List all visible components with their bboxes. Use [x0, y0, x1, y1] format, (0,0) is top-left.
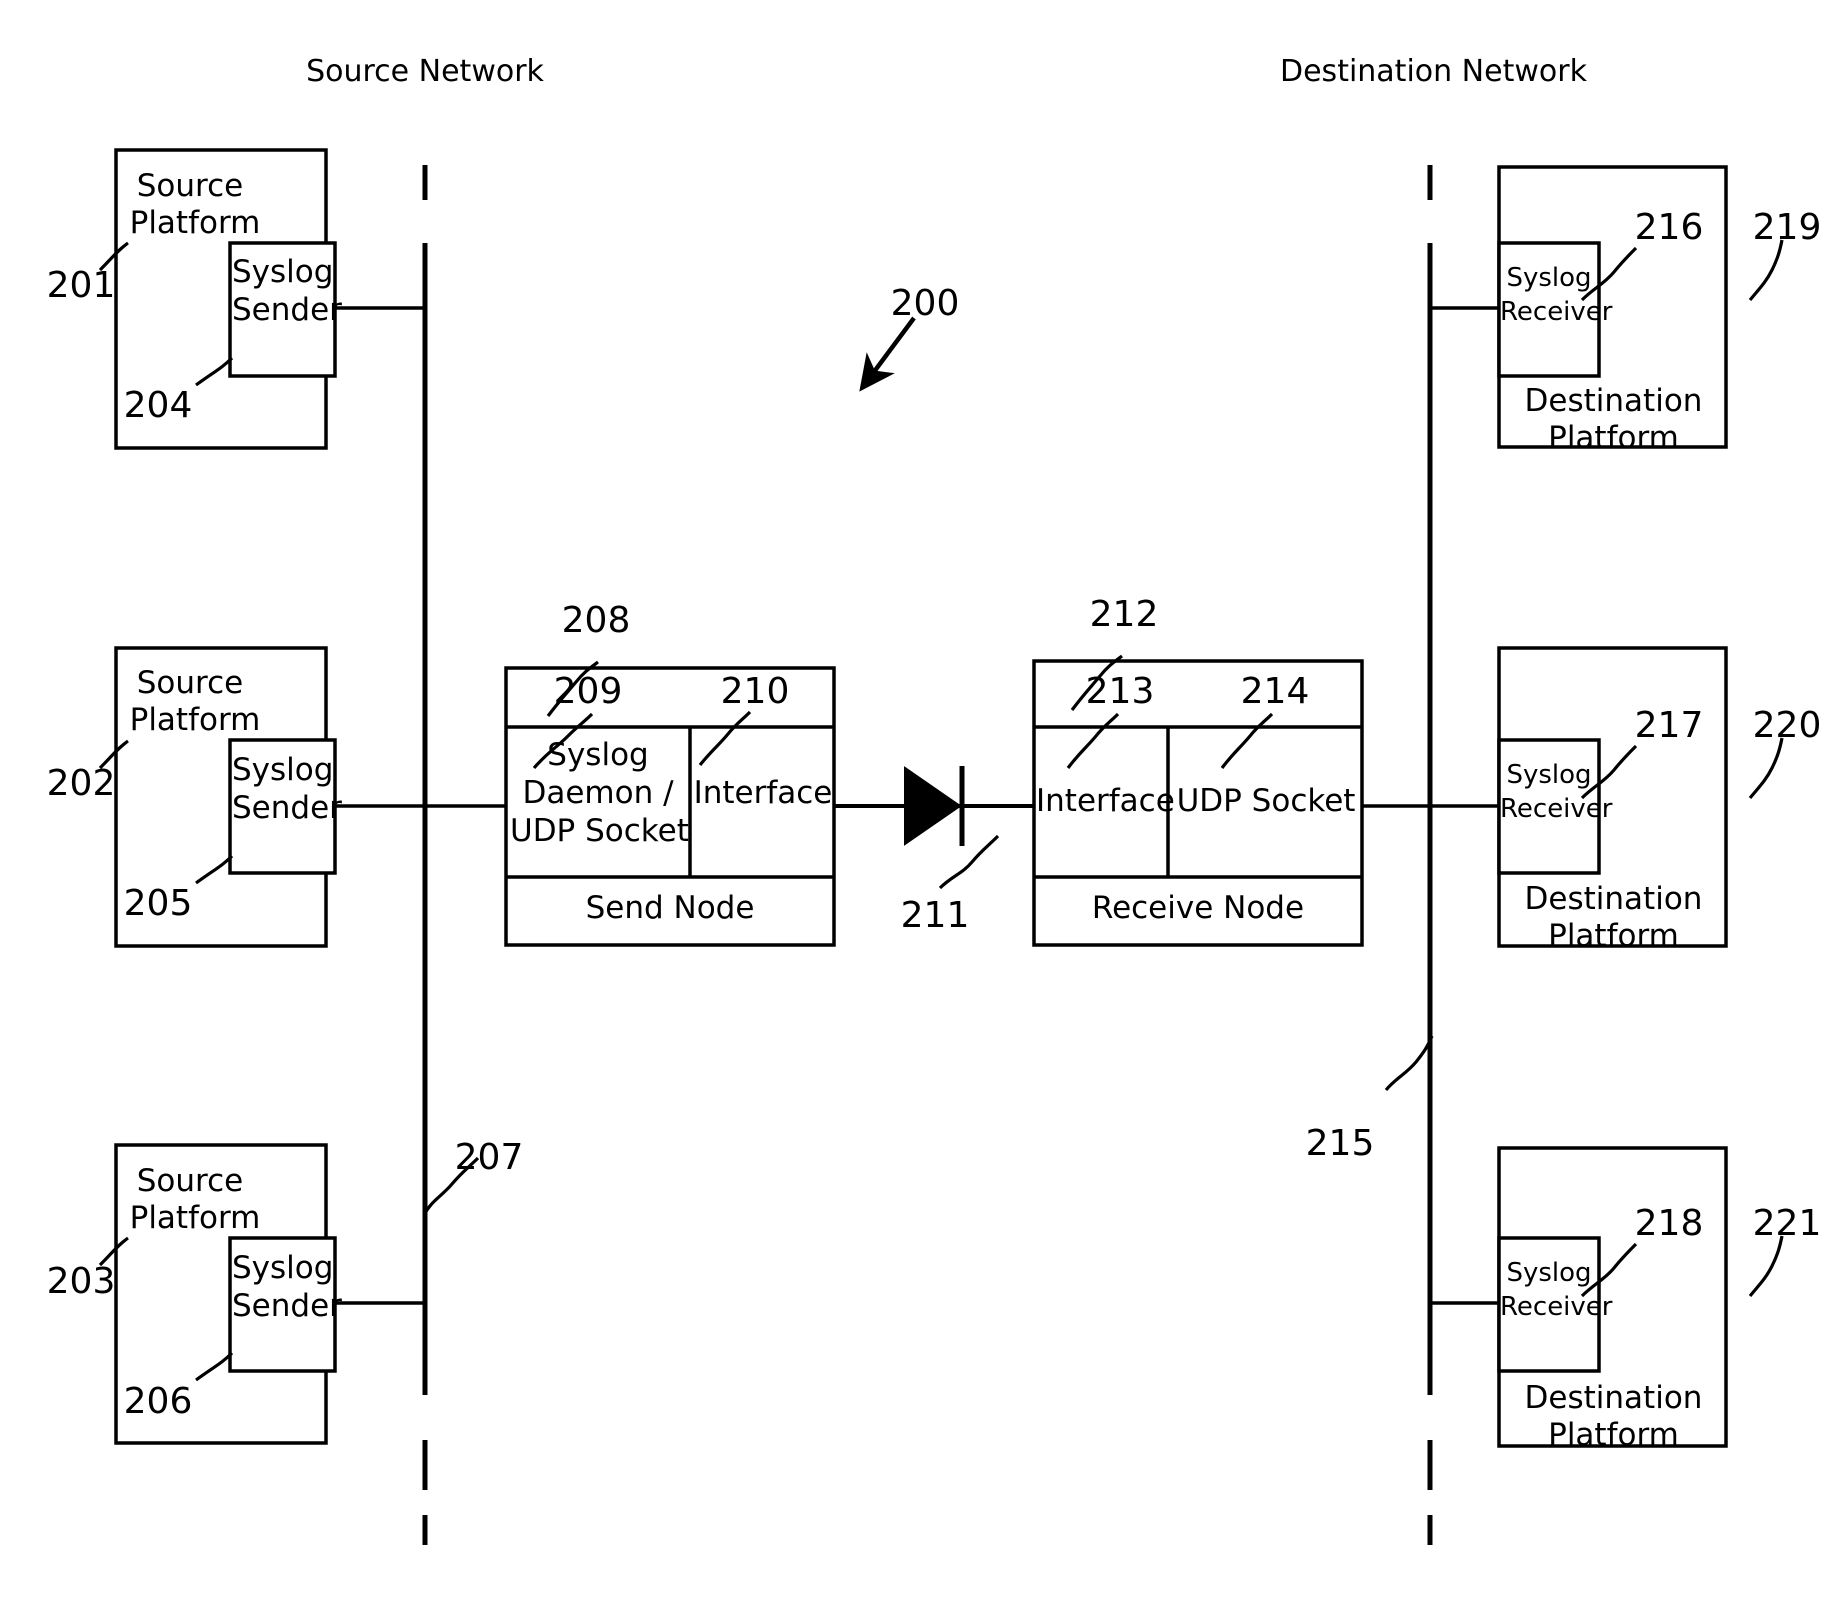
syslog-receiver-217-line1: Syslog: [1506, 760, 1592, 790]
syslog-receiver-216-line2: Receiver: [1500, 297, 1613, 327]
source-platform-201-title-line2: Platform: [129, 205, 261, 241]
send-node-footer-label: Send Node: [585, 890, 755, 926]
destination-platform-221-title-line1: Destination: [1524, 1380, 1703, 1416]
send-node-syslog-daemon-line3: UDP Socket: [510, 813, 689, 849]
syslog-receiver-218-line1: Syslog: [1506, 1258, 1592, 1288]
ref-number-217: 217: [1634, 705, 1704, 746]
data-diode-211: [834, 766, 1034, 890]
ref-number-202: 202: [46, 763, 116, 804]
syslog-sender-206-line1: Syslog: [232, 1250, 334, 1286]
ref-number-204: 204: [123, 385, 193, 426]
syslog-sender-206-line2: Sender: [232, 1288, 342, 1324]
send-node-interface-label: Interface: [693, 775, 833, 811]
receive-node-udp-socket-label: UDP Socket: [1176, 783, 1356, 819]
figure-ref-number: 200: [890, 283, 960, 324]
source-platform-201-title-line1: Source: [136, 168, 244, 204]
destination-bus-leader: [1384, 1035, 1434, 1092]
patent-figure-canvas: Source Network Destination Network 200 S…: [0, 0, 1846, 1617]
ref-number-206: 206: [123, 1381, 193, 1422]
syslog-sender-205-line1: Syslog: [232, 752, 334, 788]
ref-number-220: 220: [1752, 705, 1822, 746]
syslog-receiver-217-line2: Receiver: [1500, 794, 1613, 824]
ref-number-213: 213: [1085, 671, 1155, 712]
ref-number-218: 218: [1634, 1203, 1704, 1244]
ref-number-208: 208: [561, 600, 631, 641]
syslog-sender-204-line1: Syslog: [232, 254, 334, 290]
ref-number-221: 221: [1752, 1203, 1822, 1244]
ref-number-211: 211: [900, 895, 970, 936]
source-platform-202-title-line2: Platform: [129, 702, 261, 738]
ref-number-215: 215: [1305, 1123, 1375, 1164]
receive-node-interface-label: Interface: [1036, 783, 1175, 819]
source-network-label: Source Network: [306, 54, 544, 89]
ref-number-205: 205: [123, 883, 193, 924]
source-platform-203-title-line1: Source: [136, 1163, 244, 1199]
ref-number-212: 212: [1089, 594, 1159, 635]
figure-ref-arrow: [859, 316, 916, 392]
ref-number-207: 207: [454, 1137, 524, 1178]
source-platform-202-title-line1: Source: [136, 665, 244, 701]
source-platform-203-title-line2: Platform: [129, 1200, 261, 1236]
destination-platform-219-title-line2: Platform: [1548, 420, 1679, 456]
destination-platform-220-title-line2: Platform: [1548, 918, 1679, 954]
ref-number-203: 203: [46, 1261, 116, 1302]
send-node-syslog-daemon-line1: Syslog: [547, 737, 649, 773]
send-node-syslog-daemon-line2: Daemon /: [522, 775, 674, 811]
ref-number-210: 210: [720, 671, 790, 712]
syslog-sender-204-line2: Sender: [232, 292, 342, 328]
ref-number-219: 219: [1752, 207, 1822, 248]
ref-number-201: 201: [46, 265, 116, 306]
destination-platform-220-title-line1: Destination: [1524, 881, 1703, 917]
destination-platform-219-title-line1: Destination: [1524, 383, 1703, 419]
ref-number-214: 214: [1240, 671, 1310, 712]
syslog-receiver-216-line1: Syslog: [1506, 263, 1592, 293]
ref-number-216: 216: [1634, 207, 1704, 248]
destination-network-label: Destination Network: [1280, 54, 1587, 89]
destination-platform-221-title-line2: Platform: [1548, 1417, 1679, 1453]
syslog-receiver-218-line2: Receiver: [1500, 1292, 1613, 1322]
syslog-sender-205-line2: Sender: [232, 790, 342, 826]
ref-number-209: 209: [553, 671, 623, 712]
receive-node-footer-label: Receive Node: [1091, 890, 1305, 926]
